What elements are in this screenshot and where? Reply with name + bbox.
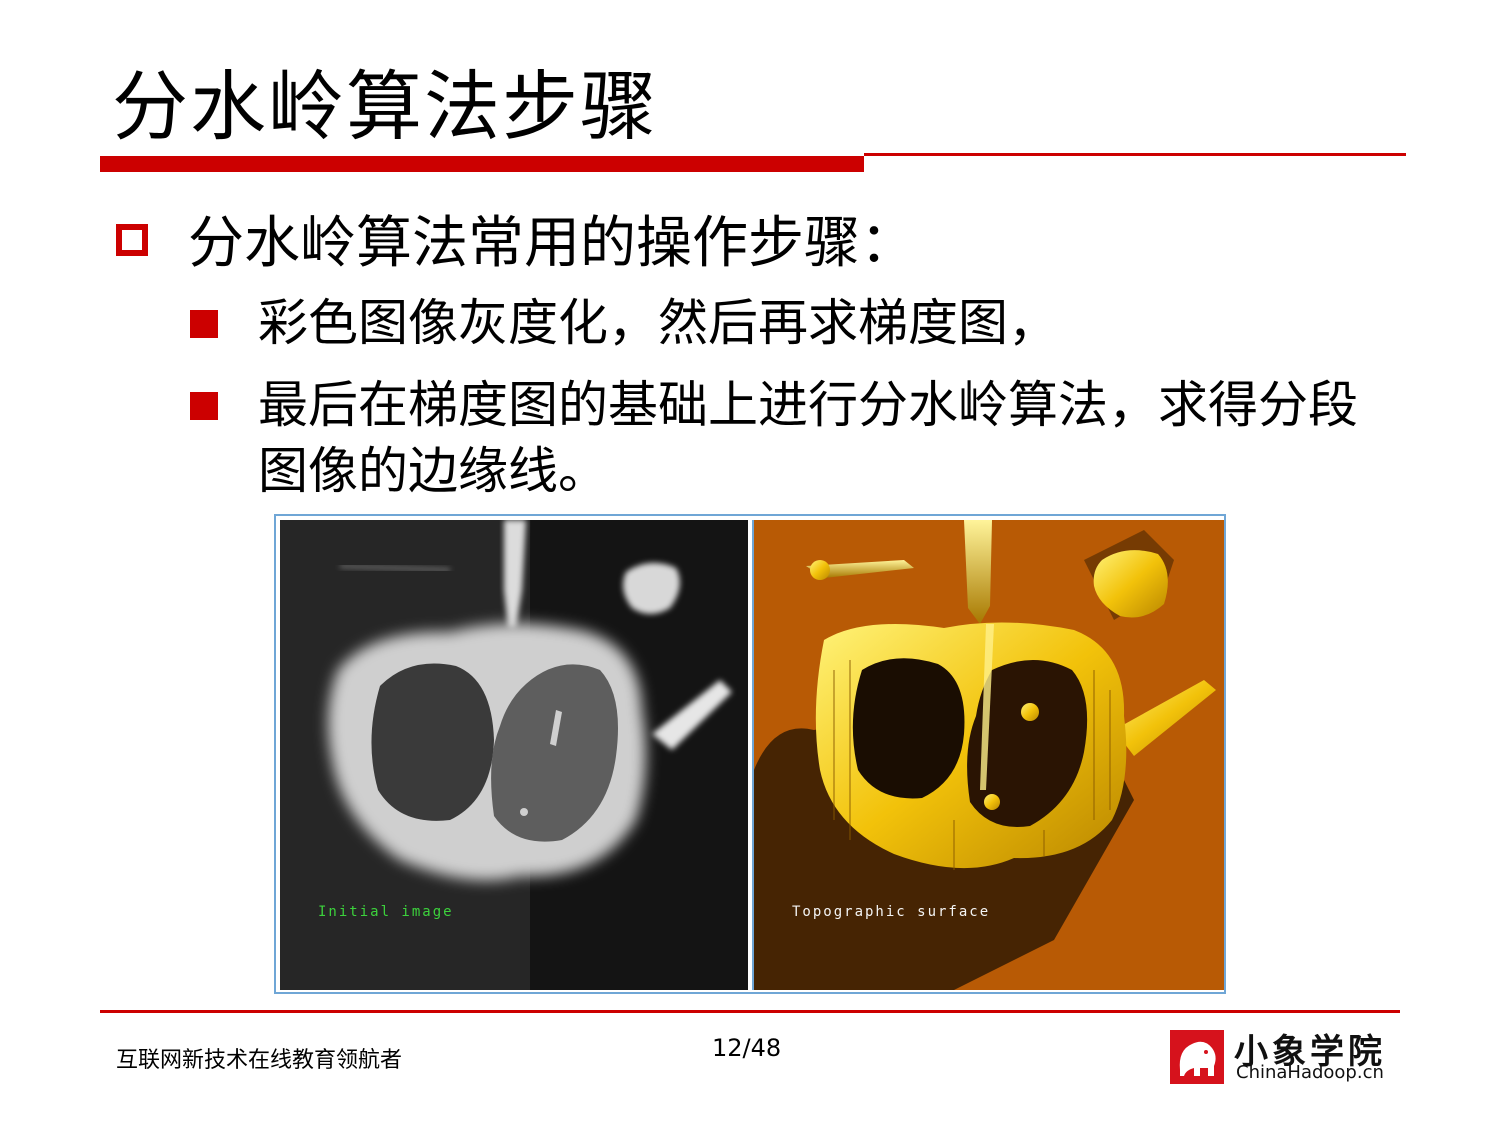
initial-image-panel: Initial image: [280, 520, 748, 990]
initial-image-caption: Initial image: [318, 904, 454, 920]
main-bullet-text: 分水岭算法常用的操作步骤：: [188, 211, 916, 276]
elephant-logo-icon: [1170, 1030, 1224, 1084]
topographic-surface-caption: Topographic surface: [792, 904, 991, 920]
title-underline-thin: [864, 153, 1406, 156]
topographic-surface-panel: Topographic surface: [752, 520, 1224, 990]
sub-bullet-text: 最后在梯度图的基础上进行分水岭算法，求得分段图像的边缘线。: [258, 376, 1358, 500]
hollow-square-bullet-icon: [116, 224, 148, 256]
sub-bullet-1: 彩色图像灰度化，然后再求梯度图，: [190, 290, 1410, 356]
footer-divider: [100, 1010, 1400, 1013]
main-bullet: 分水岭算法常用的操作步骤：: [112, 212, 1412, 276]
filled-square-bullet-icon: [190, 392, 218, 420]
sub-bullet-2: 最后在梯度图的基础上进行分水岭算法，求得分段图像的边缘线。: [190, 372, 1410, 504]
logo-domain: ChinaHadoop.cn: [1236, 1062, 1384, 1083]
footer-tagline: 互联网新技术在线教育领航者: [116, 1048, 403, 1073]
sub-bullet-text: 彩色图像灰度化，然后再求梯度图，: [258, 294, 1058, 352]
filled-square-bullet-icon: [190, 310, 218, 338]
page-number: 12/48: [712, 1034, 782, 1062]
logo: 小象学院 ChinaHadoop.cn: [1170, 1028, 1400, 1086]
watershed-figure: Initial image Topographic surface: [274, 514, 1226, 994]
slide-title: 分水岭算法步骤: [112, 62, 658, 151]
title-underline-thick: [100, 156, 864, 172]
